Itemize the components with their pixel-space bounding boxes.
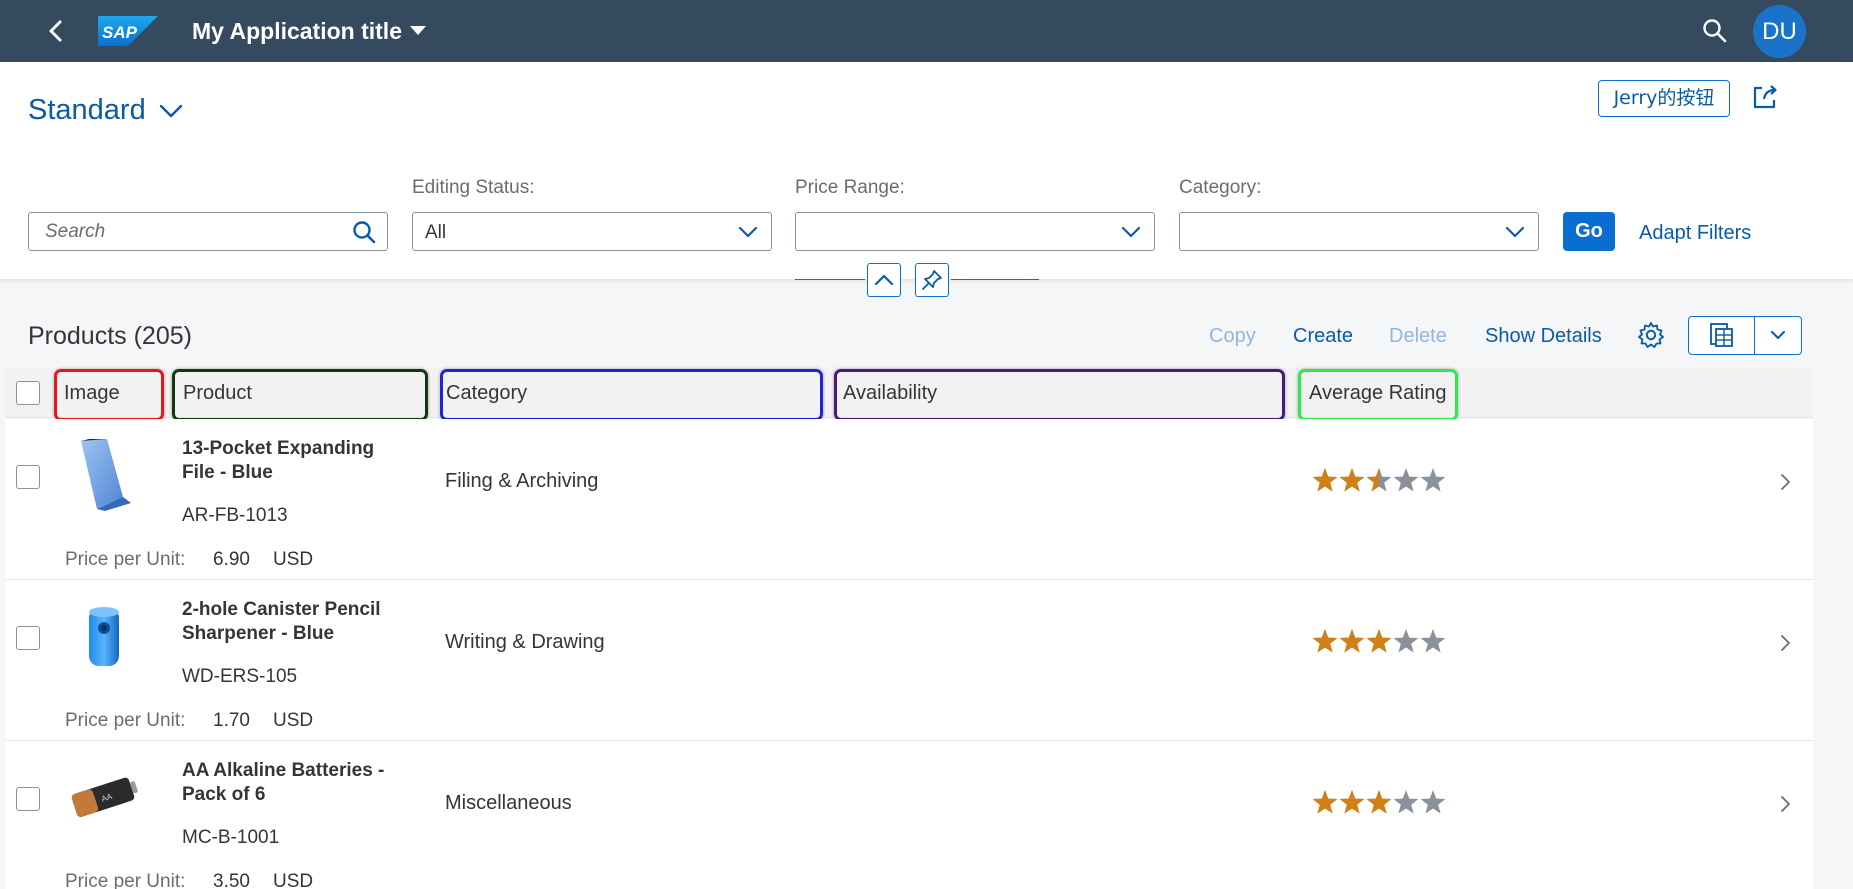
back-icon[interactable] — [42, 16, 72, 46]
table-row[interactable]: 2-hole Canister Pencil Sharpener - Blue W… — [5, 580, 1813, 741]
product-image[interactable] — [67, 437, 141, 513]
chevron-right-icon[interactable] — [1775, 471, 1795, 493]
variant-name: Standard — [28, 94, 146, 126]
chevron-right-icon[interactable] — [1775, 632, 1795, 654]
app-title[interactable]: My Application title — [192, 17, 426, 45]
caret-down-icon — [410, 26, 426, 36]
price-currency: USD — [273, 710, 314, 731]
chevron-right-icon[interactable] — [1775, 793, 1795, 815]
product-image[interactable] — [67, 598, 141, 674]
chevron-down-icon — [159, 105, 182, 118]
price-value: 1.70 — [213, 710, 250, 731]
highlight-box-product — [172, 369, 428, 421]
row-checkbox[interactable] — [16, 626, 40, 650]
custom-action-button[interactable]: Jerry的按钮 — [1598, 80, 1730, 117]
price-range-select[interactable] — [795, 212, 1155, 251]
chevron-down-icon — [738, 226, 758, 238]
rating-indicator — [1311, 789, 1451, 817]
product-id: AR-FB-1013 — [182, 505, 288, 526]
product-category: Filing & Archiving — [445, 470, 599, 492]
battery-icon: AA — [67, 777, 141, 839]
export-menu-button — [1688, 316, 1802, 355]
product-name: AA Alkaline Batteries - Pack of 6 — [182, 760, 385, 805]
svg-text:SAP: SAP — [102, 23, 138, 42]
variant-management[interactable]: Standard — [28, 92, 184, 128]
table-row[interactable]: 13-Pocket Expanding File - Blue AR-FB-101… — [5, 419, 1813, 580]
delete-button[interactable]: Delete — [1389, 324, 1447, 348]
highlight-box-average-rating — [1298, 369, 1458, 421]
editing-status-select[interactable]: All — [412, 212, 772, 251]
row-checkbox[interactable] — [16, 465, 40, 489]
spreadsheet-icon — [1710, 323, 1733, 347]
collapse-header-button[interactable] — [867, 263, 901, 297]
share-icon[interactable] — [1750, 82, 1780, 112]
product-category: Writing & Drawing — [445, 631, 605, 653]
user-avatar[interactable]: DU — [1753, 5, 1806, 58]
chevron-down-icon — [1121, 226, 1141, 238]
product-category: Miscellaneous — [445, 792, 572, 814]
pin-header-button[interactable] — [915, 263, 949, 297]
product-name: 13-Pocket Expanding File - Blue — [182, 438, 375, 483]
sap-logo[interactable]: SAP — [98, 16, 158, 46]
create-button[interactable]: Create — [1293, 324, 1353, 348]
export-dropdown[interactable] — [1755, 317, 1801, 354]
price-label: Price per Unit: — [65, 871, 186, 889]
product-image[interactable]: AA — [67, 759, 141, 835]
price-range-label: Price Range: — [795, 177, 905, 198]
table-title: Products (205) — [28, 322, 192, 350]
price-label: Price per Unit: — [65, 549, 186, 570]
go-button[interactable]: Go — [1563, 212, 1615, 251]
show-details-button[interactable]: Show Details — [1485, 324, 1602, 348]
rating-indicator — [1311, 628, 1451, 656]
row-checkbox[interactable] — [16, 787, 40, 811]
editing-status-label: Editing Status: — [412, 177, 535, 198]
search-icon[interactable] — [351, 219, 377, 245]
filter-bar: Standard Jerry的按钮 Editing Status: All Pr… — [0, 62, 1853, 297]
shell-bar: SAP My Application title DU — [0, 0, 1853, 62]
category-label: Category: — [1179, 177, 1262, 198]
editing-status-value: All — [425, 222, 447, 243]
highlight-box-image — [54, 369, 164, 421]
gear-icon[interactable] — [1636, 320, 1666, 350]
search-field[interactable] — [28, 212, 388, 251]
price-label: Price per Unit: — [65, 710, 186, 731]
highlight-box-category — [440, 369, 823, 421]
price-value: 6.90 — [213, 549, 250, 570]
product-id: WD-ERS-105 — [182, 666, 298, 687]
table-row[interactable]: AA AA Alkaline Batteries - Pack of 6 MC-B-… — [5, 741, 1813, 889]
search-icon[interactable] — [1700, 16, 1730, 46]
category-select[interactable] — [1179, 212, 1539, 251]
chevron-up-icon — [874, 274, 894, 286]
price-currency: USD — [273, 871, 314, 889]
price-currency: USD — [273, 549, 314, 570]
file-icon — [67, 439, 141, 517]
chevron-down-icon — [1771, 331, 1785, 339]
pin-icon — [922, 270, 942, 290]
product-id: MC-B-1001 — [182, 827, 280, 848]
export-button[interactable] — [1689, 317, 1755, 354]
copy-button[interactable]: Copy — [1209, 324, 1256, 348]
price-value: 3.50 — [213, 871, 250, 889]
app-title-text: My Application title — [192, 18, 402, 44]
collapse-divider — [951, 279, 1039, 280]
chevron-down-icon — [1505, 226, 1525, 238]
adapt-filters-link[interactable]: Adapt Filters — [1639, 221, 1751, 245]
collapse-divider — [795, 279, 865, 280]
sharpener-icon — [67, 607, 141, 678]
product-name: 2-hole Canister Pencil Sharpener - Blue — [182, 599, 381, 644]
search-input[interactable] — [29, 213, 339, 250]
select-all-checkbox[interactable] — [16, 381, 40, 405]
highlight-box-availability — [834, 369, 1285, 421]
rating-indicator — [1311, 467, 1451, 495]
